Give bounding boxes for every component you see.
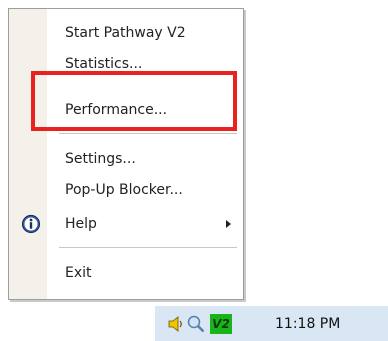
menu-item-label: Statistics...	[65, 56, 143, 72]
speaker-icon[interactable]	[167, 315, 185, 333]
menu-item-label: Settings...	[65, 151, 136, 167]
highlight-box	[31, 71, 237, 131]
menu-separator	[59, 133, 237, 134]
menu-item-label: Start Pathway V2	[65, 25, 186, 41]
context-menu: Start Pathway V2 Statistics... Performan…	[8, 8, 244, 300]
menu-separator	[59, 247, 237, 248]
menu-item-start-pathway[interactable]: Start Pathway V2	[9, 18, 243, 48]
magnifier-icon[interactable]	[186, 314, 206, 334]
menu-item-label: Exit	[65, 265, 92, 281]
menu-item-label: Pop-Up Blocker...	[65, 182, 183, 198]
menu-item-exit[interactable]: Exit	[9, 258, 243, 288]
menu-item-popup-blocker[interactable]: Pop-Up Blocker...	[9, 175, 243, 205]
menu-item-help[interactable]: Help	[9, 209, 243, 239]
clock[interactable]: 11:18 PM	[275, 316, 340, 332]
submenu-arrow-icon	[226, 220, 231, 228]
system-tray: V2 11:18 PM	[155, 306, 388, 341]
pathway-v2-icon[interactable]: V2	[210, 314, 232, 334]
menu-item-settings[interactable]: Settings...	[9, 144, 243, 174]
menu-item-label: Help	[65, 216, 97, 232]
info-icon	[21, 214, 41, 234]
